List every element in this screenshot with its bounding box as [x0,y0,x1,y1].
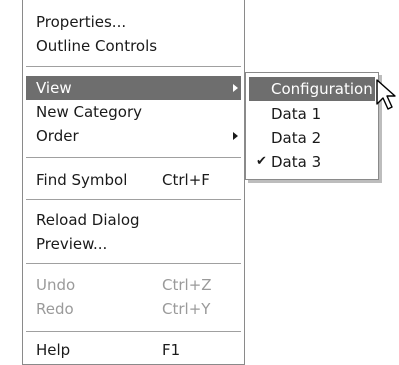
menu-item-reload-dialog[interactable]: Reload Dialog [26,208,241,232]
menu-item-label: View [36,79,72,97]
submenu-item-label: Configuration [271,80,373,98]
submenu-item-configuration[interactable]: Configuration [249,77,375,101]
menu-item-properties[interactable]: Properties... [26,10,241,34]
menu-separator [26,263,241,264]
menu-item-label: Order [36,127,79,145]
menu-item-label: Undo [36,276,76,294]
checkmark-icon: ✔ [256,154,267,169]
menu-item-label: Properties... [36,13,127,31]
menu-item-find-symbol[interactable]: Find Symbol Ctrl+F [26,168,241,192]
menu-item-label: Help [36,341,71,359]
context-menu: Properties... Outline Controls View New … [22,0,245,365]
menu-item-new-category[interactable]: New Category [26,100,241,124]
menu-item-label: Outline Controls [36,37,158,55]
menu-separator [26,66,241,67]
menu-item-shortcut: Ctrl+Z [162,276,212,294]
menu-item-order[interactable]: Order [26,124,241,148]
menu-item-undo[interactable]: Undo Ctrl+Z [26,273,241,297]
submenu-item-data-1[interactable]: Data 1 [249,102,375,126]
submenu-item-label: Data 2 [271,129,322,147]
submenu-item-label: Data 3 [271,153,322,171]
view-submenu: Configuration Data 1 Data 2 ✔ Data 3 [245,72,379,180]
menu-item-shortcut: Ctrl+Y [162,300,211,318]
submenu-item-data-2[interactable]: Data 2 [249,126,375,150]
submenu-item-data-3[interactable]: ✔ Data 3 [249,150,375,174]
submenu-arrow-icon [233,84,238,92]
menu-separator [26,157,241,158]
menu-separator [26,199,241,200]
menu-item-shortcut: Ctrl+F [162,171,210,189]
menu-item-outline-controls[interactable]: Outline Controls [26,34,241,58]
menu-item-label: New Category [36,103,143,121]
menu-item-view[interactable]: View [26,76,241,100]
menu-item-redo[interactable]: Redo Ctrl+Y [26,297,241,321]
menu-item-label: Redo [36,300,74,318]
menu-item-label: Reload Dialog [36,211,140,229]
menu-item-preview[interactable]: Preview... [26,232,241,256]
mouse-pointer-icon [376,79,396,110]
menu-item-shortcut: F1 [162,341,181,359]
submenu-item-label: Data 1 [271,105,322,123]
menu-item-label: Find Symbol [36,171,128,189]
menu-item-label: Preview... [36,235,108,253]
menu-item-help[interactable]: Help F1 [26,338,241,362]
submenu-arrow-icon [233,132,238,140]
menu-separator [26,331,241,332]
